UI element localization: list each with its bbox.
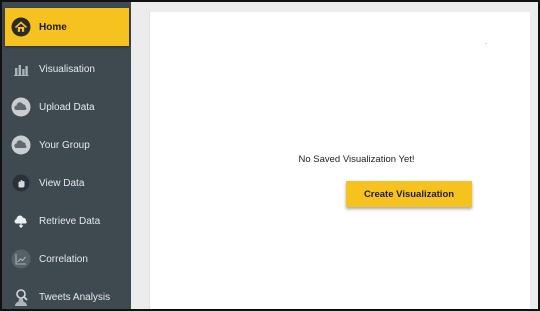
sidebar-item-label: View Data [39,177,85,189]
sidebar: Home Visualisation Upload Data Your Grou… [2,2,131,309]
sidebar-item-view-data[interactable]: View Data [2,164,131,202]
sidebar-item-label: Correlation [39,253,88,265]
empty-state-message: No Saved Visualization Yet! [298,154,415,165]
home-icon [11,17,31,37]
sidebar-item-home[interactable]: Home [5,8,129,46]
sidebar-item-label: Home [39,21,67,33]
sidebar-item-label: Visualisation [39,63,95,75]
sidebar-item-label: Tweets Analysis [39,291,111,303]
user-search-icon [11,287,31,307]
sidebar-item-visualisation[interactable]: Visualisation [2,50,131,88]
sidebar-item-correlation[interactable]: Correlation [2,240,131,278]
cloud-upload-icon [11,97,31,117]
cloud-icon [11,135,31,155]
line-chart-icon [11,249,31,269]
decorative-dot [485,43,487,44]
create-visualization-button[interactable]: Create Visualization [346,181,472,207]
app-window: Home Visualisation Upload Data Your Grou… [0,0,540,311]
cloud-download-icon [11,211,31,231]
hand-icon [11,173,31,193]
sidebar-item-upload-data[interactable]: Upload Data [2,88,131,126]
sidebar-item-tweets-analysis[interactable]: Tweets Analysis [2,278,131,309]
sidebar-item-label: Upload Data [39,101,95,113]
sidebar-item-label: Retrieve Data [39,215,101,227]
sidebar-item-retrieve-data[interactable]: Retrieve Data [2,202,131,240]
sidebar-item-label: Your Group [39,139,90,151]
sidebar-item-your-group[interactable]: Your Group [2,126,131,164]
bar-chart-icon [11,59,31,79]
main-content: No Saved Visualization Yet! Create Visua… [149,12,530,309]
